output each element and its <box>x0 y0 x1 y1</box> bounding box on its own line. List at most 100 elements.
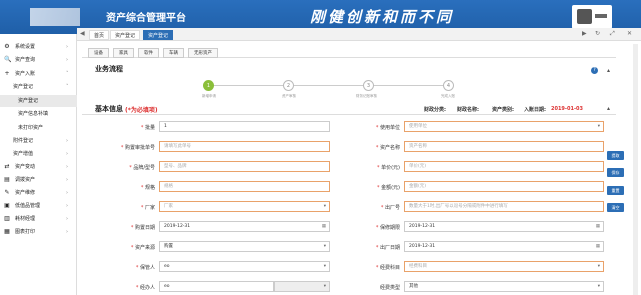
chevron-right-icon: › <box>66 57 68 63</box>
chevron-down-icon: ▾ <box>323 284 326 289</box>
gear-icon: ⚙ <box>4 43 10 50</box>
batch-input[interactable]: 1 <box>159 121 330 132</box>
factory-no-label: * 出厂号 <box>380 205 400 211</box>
unit-price-input[interactable]: 单价(元) <box>404 161 604 172</box>
step-3-label: 财务记账审核 <box>356 94 377 98</box>
chevron-right-icon: › <box>66 164 68 170</box>
asset-name-input[interactable]: 资产名称 <box>404 141 604 152</box>
purchase-date-input[interactable]: 2019-12-31 ▦ <box>159 221 330 232</box>
info-title: 基本信息 <box>95 105 123 113</box>
avatar <box>577 9 592 24</box>
user-avatar-box[interactable] <box>572 5 612 29</box>
sidebar-item-system[interactable]: ⚙ 系统设置 › <box>0 41 77 53</box>
sidebar-item-transfer[interactable]: ▤ 调拨资产 › <box>0 174 77 186</box>
step-1: 1 <box>203 80 214 91</box>
subtab-software[interactable]: 软件 <box>138 48 159 58</box>
tab-home[interactable]: 首页 <box>89 30 110 40</box>
source-label: * 资产来源 <box>130 245 155 251</box>
sidebar-item-register[interactable]: 资产登记 <box>0 95 77 107</box>
calendar-icon: ▦ <box>595 244 600 249</box>
factory-select[interactable]: 厂家 ▾ <box>159 201 330 212</box>
amount-label: * 金额(元) <box>377 185 400 191</box>
budget-select[interactable]: 经费科目 ▾ <box>404 261 604 272</box>
sidebar-item-print[interactable]: ▦ 图表打印 › <box>0 226 77 238</box>
tab-asset-register-2[interactable]: 资产登记 <box>143 30 174 40</box>
wrench-icon: ✎ <box>4 189 10 196</box>
print-icon: ▦ <box>4 228 10 235</box>
help-icon[interactable]: ? <box>591 67 598 74</box>
sidebar-item-appreciation[interactable]: 资产增值 › <box>0 148 77 160</box>
chevron-right-icon: › <box>66 229 68 235</box>
sidebar-item-low-value[interactable]: ▣ 低值品管理 › <box>0 200 77 212</box>
extract-button[interactable]: 提取 <box>607 151 624 160</box>
fin-name-label: 财政名称: <box>457 107 479 113</box>
source-select[interactable]: 购置 ▾ <box>159 241 330 252</box>
back-icon[interactable]: ◀ <box>80 30 85 37</box>
sidebar: ⚙ 系统设置 › 🔍 资产查询 › + 资产入账 ˅ 资产登记 ˅ 资产登记 资产信息补填 未… <box>0 34 77 295</box>
factory-label: * 厂家 <box>140 205 155 211</box>
collapse-icon[interactable]: ▴ <box>607 67 610 74</box>
brand-model-input[interactable]: 型号、品牌 <box>159 161 330 172</box>
handler-label: * 经办人 <box>135 285 155 291</box>
reset-button[interactable]: 重置 <box>607 186 624 195</box>
chevron-right-icon: › <box>66 44 68 50</box>
save-button[interactable]: 保存 <box>607 168 624 177</box>
tab-bar: ◀ 首页 资产登记 资产登记 ▶ ↻ ⤢ ✕ <box>77 28 641 41</box>
sidebar-item-entry[interactable]: + 资产入账 ˅ <box>0 68 77 80</box>
asset-name-label: * 资产名称 <box>375 145 400 151</box>
close-icon[interactable]: ✕ <box>627 30 632 37</box>
mfg-date-input[interactable]: 2019-12-31 ▦ <box>404 241 604 252</box>
sidebar-item-change[interactable]: ⇄ 资产变动 › <box>0 161 77 173</box>
chevron-right-icon: › <box>66 151 68 157</box>
spec-input[interactable]: 规格 <box>159 181 330 192</box>
subtab-vehicle[interactable]: 车辆 <box>163 48 184 58</box>
handler-input[interactable]: eo <box>159 281 274 292</box>
fund-type-select[interactable]: 其他 ▾ <box>404 281 604 292</box>
chevron-down-icon: ˅ <box>66 71 69 77</box>
subtab-equipment[interactable]: 设备 <box>88 48 109 58</box>
budget-label: * 经费科目 <box>375 265 400 271</box>
grid-icon: ▥ <box>4 215 10 222</box>
sidebar-item-attachment[interactable]: 附件登记 › <box>0 135 77 147</box>
asset-type-tabs: 设备 家具 软件 车辆 无形资产 <box>82 46 616 58</box>
use-unit-label: * 使用单位 <box>375 125 400 131</box>
chevron-right-icon: › <box>66 216 68 222</box>
logo <box>30 8 80 26</box>
sidebar-item-unprinted[interactable]: 未打印资产 <box>0 122 77 134</box>
chevron-down-icon: ▾ <box>323 264 326 269</box>
amount-input[interactable]: 金额(元) <box>404 181 604 192</box>
collapse-icon[interactable]: ▴ <box>607 105 610 112</box>
clear-button[interactable]: 清空 <box>607 203 624 212</box>
purchase-code-input[interactable]: 请填写此单号 <box>159 141 330 152</box>
chevron-down-icon: ▾ <box>597 284 600 289</box>
process-title: 业务流程 <box>95 65 123 73</box>
entry-date-value: 2019-01-03 <box>551 106 583 112</box>
subtab-intangible[interactable]: 无形资产 <box>188 48 218 58</box>
search-icon: 🔍 <box>4 56 12 63</box>
chevron-down-icon: ▾ <box>597 124 600 129</box>
forward-icon[interactable]: ▶ <box>582 30 587 37</box>
warranty-label: * 保修期限 <box>375 225 400 231</box>
step-4: 4 <box>443 80 454 91</box>
vertical-scrollbar[interactable] <box>633 44 638 295</box>
use-unit-select[interactable]: 使用单位 ▾ <box>404 121 604 132</box>
chevron-down-icon: ▾ <box>323 204 326 209</box>
purchase-code-label: * 购置审批单号 <box>120 145 155 151</box>
sidebar-item-query[interactable]: 🔍 资产查询 › <box>0 54 77 66</box>
sidebar-item-consumables[interactable]: ▥ 耗材经理 › <box>0 213 77 225</box>
tab-asset-register-1[interactable]: 资产登记 <box>110 30 141 40</box>
sidebar-item-repair[interactable]: ✎ 资产维修 › <box>0 187 77 199</box>
refresh-icon[interactable]: ↻ <box>595 30 600 37</box>
user-select[interactable]: eo ▾ <box>159 261 330 272</box>
warranty-input[interactable]: 2019-12-31 ▦ <box>404 221 604 232</box>
chevron-down-icon: ˅ <box>66 84 69 90</box>
subtab-furniture[interactable]: 家具 <box>113 48 134 58</box>
sidebar-item-register-group[interactable]: 资产登记 ˅ <box>0 81 77 93</box>
sidebar-item-info-fill[interactable]: 资产信息补填 <box>0 108 77 120</box>
fullscreen-icon[interactable]: ⤢ <box>610 30 615 38</box>
fin-class-label: 财政分类: <box>424 107 446 113</box>
user-name-placeholder <box>595 14 607 18</box>
factory-no-input[interactable]: 数量大于1时,出厂号以逗号分隔或附件中进行填写 <box>404 201 604 212</box>
user-label: * 保管人 <box>135 265 155 271</box>
handler-select[interactable]: ▾ <box>274 281 330 292</box>
